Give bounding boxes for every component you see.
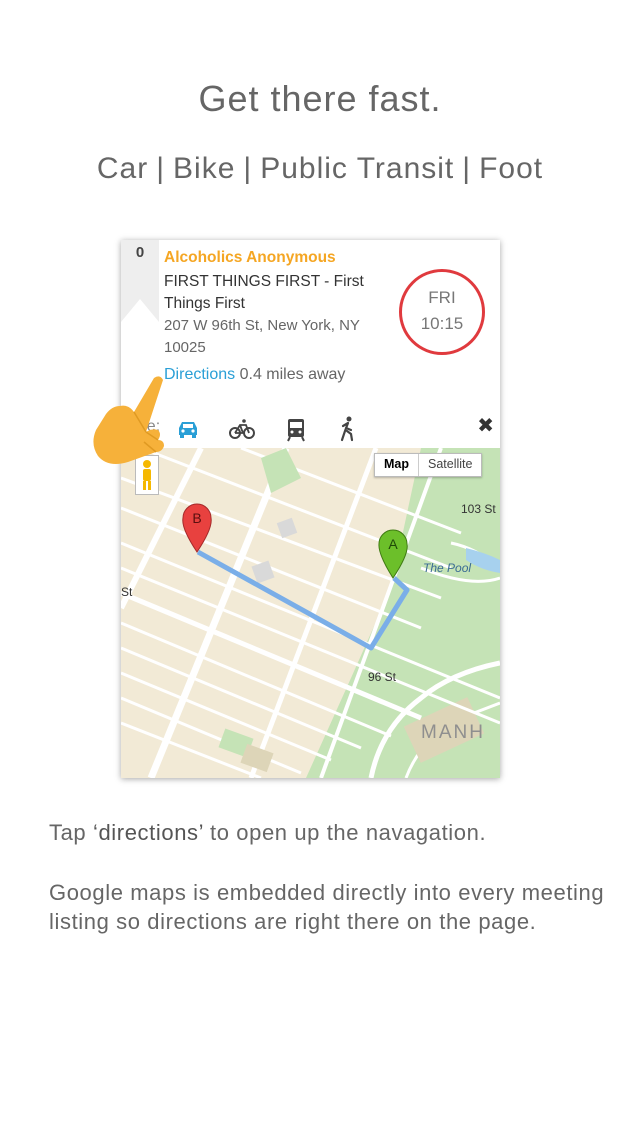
satellite-toggle-button[interactable]: Satellite — [419, 454, 481, 476]
mode-foot-text: Foot — [479, 152, 544, 185]
travel-modes-line: Car | Bike | Public Transit | Foot — [0, 152, 640, 186]
map-toggle-button[interactable]: Map — [375, 454, 419, 476]
day-time-badge: FRI 10:15 — [399, 269, 485, 355]
distance-text: 0.4 miles away — [239, 366, 346, 383]
headline: Get there fast. — [198, 78, 442, 119]
label-the-pool: The Pool — [423, 561, 471, 575]
mode-bike-text: Bike — [173, 152, 236, 185]
label-103-st: 103 St — [461, 502, 496, 516]
caption-prefix: Tap — [49, 820, 93, 845]
directions-row: Directions 0.4 miles away — [164, 366, 345, 384]
transit-icon[interactable] — [281, 414, 311, 444]
meeting-card: 0 Alcoholics Anonymous FIRST THINGS FIRS… — [121, 240, 500, 778]
separator: | — [462, 152, 472, 185]
meeting-day: FRI — [428, 288, 456, 307]
description: Google maps is embedded directly into ev… — [49, 880, 605, 934]
caption-suffix: to open up the navagation. — [203, 820, 487, 845]
walk-icon[interactable] — [333, 414, 363, 444]
meeting-index: 0 — [135, 244, 145, 261]
tap-hand-icon — [88, 370, 178, 470]
meeting-time: 10:15 — [420, 314, 464, 333]
mode-car-text: Car — [96, 152, 149, 185]
embedded-map[interactable]: B A 103 St The Pool St 96 St MANH — [121, 448, 500, 778]
marker-a-label: A — [388, 536, 398, 552]
marker-b-label: B — [192, 510, 201, 526]
caption: Tap ‘directions’ to open up the navagati… — [49, 820, 609, 846]
caption-highlight: ‘directions’ — [92, 820, 204, 845]
label-96-st: 96 St — [368, 670, 397, 684]
separator: | — [156, 152, 166, 185]
mode-transit-text: Public Transit — [260, 152, 455, 185]
meeting-name: FIRST THINGS FIRST - First Things First — [164, 273, 364, 312]
map-type-toggle: Map Satellite — [374, 453, 483, 477]
separator: | — [243, 152, 253, 185]
close-button[interactable]: ✖ — [477, 413, 494, 438]
bike-icon[interactable] — [227, 414, 257, 444]
organization-name: Alcoholics Anonymous — [164, 249, 336, 266]
label-st: St — [121, 585, 133, 599]
label-manhattan: MANH — [421, 722, 485, 743]
meeting-address: 207 W 96th St, New York, NY 10025 — [164, 317, 360, 356]
